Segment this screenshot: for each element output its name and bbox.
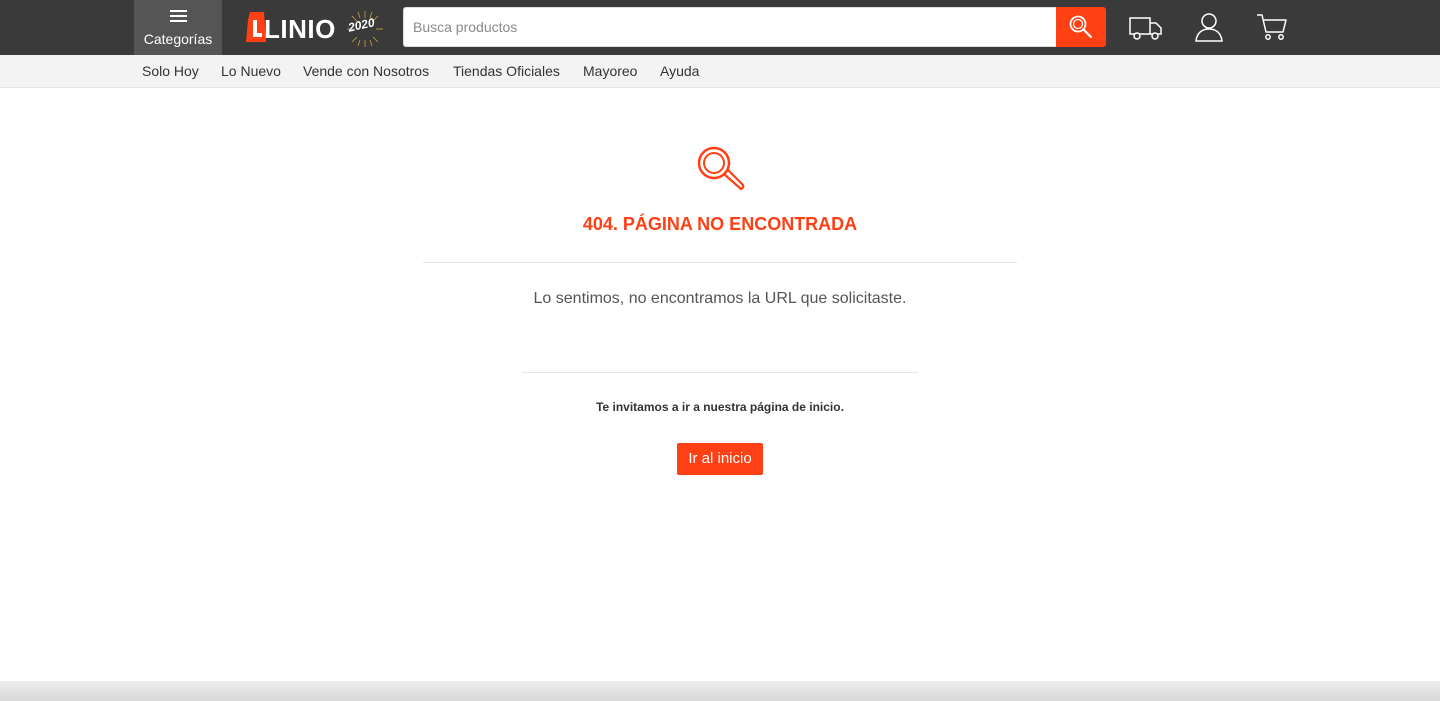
cart-icon[interactable] xyxy=(1254,10,1290,44)
nav-item-mayoreo[interactable]: Mayoreo xyxy=(583,63,637,79)
error-title: 404. PÁGINA NO ENCONTRADA xyxy=(582,214,858,234)
search-button[interactable] xyxy=(1056,7,1106,47)
divider xyxy=(423,262,1017,263)
nav-item-lo-nuevo[interactable]: Lo Nuevo xyxy=(221,63,281,79)
menu-icon xyxy=(170,10,187,22)
nav-item-tiendas-oficiales[interactable]: Tiendas Oficiales xyxy=(453,63,560,79)
search-bar xyxy=(403,7,1106,47)
logo-wordmark: LINIO xyxy=(264,14,336,44)
categories-button[interactable]: Categorías xyxy=(134,0,222,55)
shipping-truck-icon[interactable] xyxy=(1128,10,1164,44)
nav-item-solo-hoy[interactable]: Solo Hoy xyxy=(142,63,199,79)
go-home-button[interactable]: Ir al inicio xyxy=(677,443,763,475)
categories-label: Categorías xyxy=(143,31,213,47)
user-account-icon[interactable] xyxy=(1191,10,1227,44)
linio-logo[interactable]: LINIO 2020 xyxy=(244,8,394,48)
invite-text: Te invitamos a ir a nuestra página de in… xyxy=(596,400,844,414)
search-icon xyxy=(1069,15,1093,39)
top-header: Categorías LINIO 2020 xyxy=(0,0,1440,55)
magnifier-icon xyxy=(697,146,745,191)
error-message: Lo sentimos, no encontramos la URL que s… xyxy=(533,290,907,307)
nav-item-ayuda[interactable]: Ayuda xyxy=(660,63,699,79)
nav-item-vende[interactable]: Vende con Nosotros xyxy=(303,63,429,79)
secondary-nav: Solo Hoy Lo Nuevo Vende con Nosotros Tie… xyxy=(0,55,1440,88)
search-input[interactable] xyxy=(403,7,1057,47)
divider xyxy=(522,372,918,373)
footer-edge xyxy=(0,681,1440,701)
